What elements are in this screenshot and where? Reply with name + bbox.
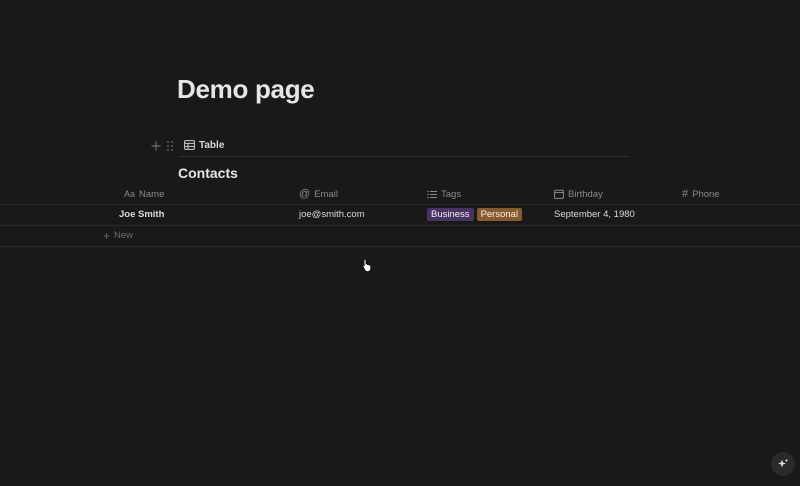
database-title[interactable]: Contacts — [178, 165, 238, 181]
new-row-divider — [0, 246, 800, 247]
cell-birthday[interactable]: September 4, 1980 — [554, 209, 635, 220]
tab-table-view[interactable]: Table — [184, 140, 224, 151]
column-label: Tags — [441, 188, 462, 200]
view-tab-label: Table — [199, 139, 225, 151]
page-title[interactable]: Demo page — [177, 74, 315, 105]
cell-tags[interactable]: Business Personal — [427, 208, 525, 221]
column-label: Birthday — [568, 188, 603, 200]
column-header-phone[interactable]: # Phone — [682, 187, 720, 201]
drag-handle-icon[interactable] — [166, 139, 174, 151]
cell-name[interactable]: Joe Smith — [119, 209, 164, 220]
table-icon — [184, 140, 195, 150]
block-controls: Table — [150, 138, 224, 152]
add-block-icon[interactable] — [150, 139, 162, 151]
column-label: Email — [314, 188, 338, 200]
hash-icon: # — [682, 188, 689, 200]
view-divider — [178, 156, 630, 157]
add-row-button[interactable]: + New — [103, 228, 134, 243]
header-divider — [0, 204, 800, 205]
aa-text-icon: Aa — [124, 189, 136, 199]
column-label: Phone — [692, 188, 720, 200]
column-label: Name — [139, 188, 165, 200]
add-row-label: New — [114, 230, 134, 241]
column-header-tags[interactable]: Tags — [427, 187, 461, 201]
ai-assistant-button[interactable] — [771, 452, 795, 476]
column-header-email[interactable]: @ Email — [299, 187, 338, 201]
list-icon — [427, 190, 437, 198]
row-divider — [0, 225, 800, 226]
sparkle-icon — [778, 458, 789, 468]
cell-email[interactable]: joe@smith.com — [299, 209, 365, 220]
column-header-birthday[interactable]: Birthday — [554, 187, 603, 201]
plus-icon: + — [103, 228, 111, 243]
tag-business: Business — [427, 208, 474, 221]
column-header-name[interactable]: Aa Name — [124, 187, 164, 201]
tag-personal: Personal — [476, 208, 523, 221]
at-icon: @ — [299, 188, 311, 200]
hand-cursor-icon — [362, 258, 373, 277]
calendar-icon — [554, 189, 564, 199]
